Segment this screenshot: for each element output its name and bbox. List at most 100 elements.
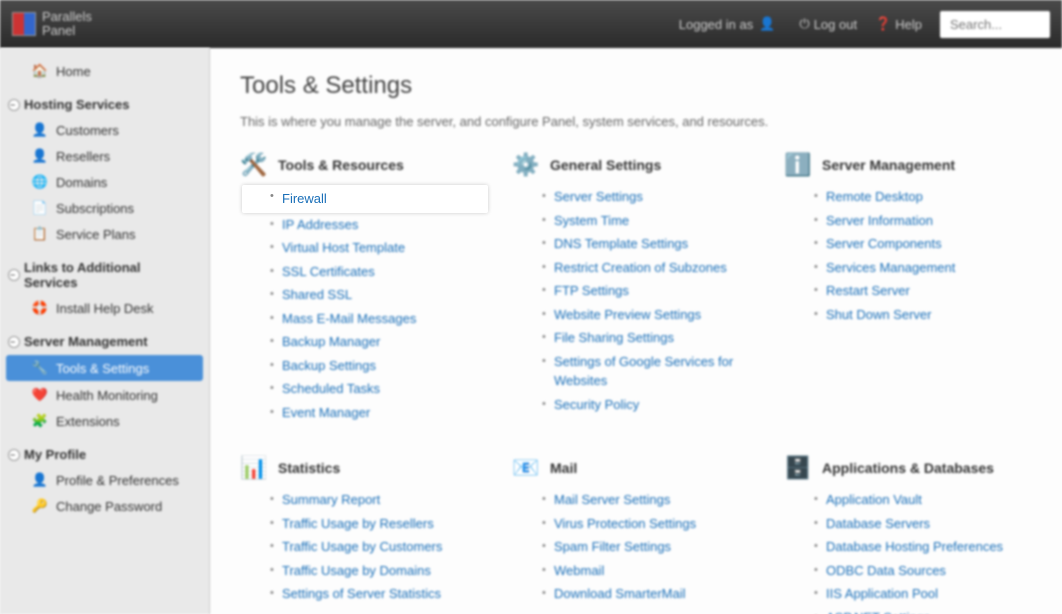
link-asp-net-settings[interactable]: ASP.NET Settings xyxy=(826,610,930,614)
list-item: Webmail xyxy=(554,559,760,583)
link-website-preview-settings[interactable]: Website Preview Settings xyxy=(554,307,701,322)
section-title: Tools & Resources xyxy=(278,157,404,173)
list-item: Traffic Usage by Domains xyxy=(282,559,488,583)
sidebar-item-label: Change Password xyxy=(56,499,162,514)
list-item: Security Policy xyxy=(554,393,760,417)
link-file-sharing-settings[interactable]: File Sharing Settings xyxy=(554,330,674,345)
sidebar-item-customers[interactable]: 👤Customers xyxy=(0,117,209,143)
link-ip-addresses[interactable]: IP Addresses xyxy=(282,217,358,232)
sidebar-item-label: Customers xyxy=(56,123,119,138)
link-database-servers[interactable]: Database Servers xyxy=(826,516,930,531)
brand-logo[interactable]: Parallels Panel xyxy=(12,10,92,39)
link-ssl-certificates[interactable]: SSL Certificates xyxy=(282,264,375,279)
sidebar-item-resellers[interactable]: 👤Resellers xyxy=(0,143,209,169)
list-item: Settings of Server Statistics xyxy=(282,582,488,606)
link-mass-e-mail-messages[interactable]: Mass E-Mail Messages xyxy=(282,311,416,326)
sidebar-item-health-monitoring[interactable]: ❤️Health Monitoring xyxy=(0,382,209,408)
list-item: Database Servers xyxy=(826,512,1032,536)
section-head: 📊Statistics xyxy=(240,454,488,482)
link-remote-desktop[interactable]: Remote Desktop xyxy=(826,189,923,204)
link-backup-manager[interactable]: Backup Manager xyxy=(282,334,380,349)
section-title: Server Management xyxy=(822,157,955,173)
sidebar-item-profile-preferences[interactable]: 👤Profile & Preferences xyxy=(0,467,209,493)
link-event-manager[interactable]: Event Manager xyxy=(282,405,370,420)
link-scheduled-tasks[interactable]: Scheduled Tasks xyxy=(282,381,380,396)
link-application-vault[interactable]: Application Vault xyxy=(826,492,922,507)
link-services-management[interactable]: Services Management xyxy=(826,260,955,275)
link-system-time[interactable]: System Time xyxy=(554,213,629,228)
user-icon: 👤 xyxy=(759,16,775,32)
sidebar-section-my-profile[interactable]: My Profile xyxy=(0,442,209,467)
link-traffic-usage-by-domains[interactable]: Traffic Usage by Domains xyxy=(282,563,431,578)
sidebar-section-server-management[interactable]: Server Management xyxy=(0,329,209,354)
plan-icon: 📋 xyxy=(32,226,48,242)
sidebar-item-tools-settings[interactable]: 🔧Tools & Settings xyxy=(6,355,203,381)
sidebar-item-service-plans[interactable]: 📋Service Plans xyxy=(0,221,209,247)
main-content: Tools & Settings This is where you manag… xyxy=(210,48,1062,614)
link-dns-template-settings[interactable]: DNS Template Settings xyxy=(554,236,688,251)
logged-in-label: Logged in as xyxy=(679,17,753,32)
list-item: Firewall xyxy=(242,185,488,213)
link-server-settings[interactable]: Server Settings xyxy=(554,189,643,204)
sidebar-item-home[interactable]: 🏠 Home xyxy=(0,58,209,84)
link-server-information[interactable]: Server Information xyxy=(826,213,933,228)
section-icon: 🛠️ xyxy=(240,151,268,179)
link-restrict-creation-of-subzones[interactable]: Restrict Creation of Subzones xyxy=(554,260,727,275)
link-summary-report[interactable]: Summary Report xyxy=(282,492,380,507)
tools-icon: 🔧 xyxy=(32,360,48,376)
section-title: Mail xyxy=(550,460,577,476)
section-links: Remote Desktop Server Information Server C… xyxy=(784,185,1032,326)
list-item: Application Vault xyxy=(826,488,1032,512)
sidebar-item-install-help-desk[interactable]: 🛟Install Help Desk xyxy=(0,295,209,321)
link-virtual-host-template[interactable]: Virtual Host Template xyxy=(282,240,405,255)
list-item: Mail Server Settings xyxy=(554,488,760,512)
list-item: DNS Template Settings xyxy=(554,232,760,256)
section-mail: 📧MailMail Server SettingsVirus Protectio… xyxy=(512,454,760,614)
sidebar-item-label: Resellers xyxy=(56,149,110,164)
sidebar-section-links-to-additional-services[interactable]: Links to Additional Services xyxy=(0,255,209,295)
link-webmail[interactable]: Webmail xyxy=(554,563,604,578)
link-settings-of-google-services-for-websites[interactable]: Settings of Google Services for Websites xyxy=(554,354,733,389)
link-virus-protection-settings[interactable]: Virus Protection Settings xyxy=(554,516,696,531)
help-link[interactable]: ❓ Help xyxy=(875,16,922,32)
sidebar-item-subscriptions[interactable]: 📄Subscriptions xyxy=(0,195,209,221)
link-iis-application-pool[interactable]: IIS Application Pool xyxy=(826,586,938,601)
section-icon: ℹ️ xyxy=(784,151,812,179)
list-item: Restart Server xyxy=(826,279,1032,303)
logged-in-as[interactable]: Logged in as 👤 xyxy=(679,16,776,32)
link-security-policy[interactable]: Security Policy xyxy=(554,397,639,412)
link-download-smartermail[interactable]: Download SmarterMail xyxy=(554,586,686,601)
link-server-components[interactable]: Server Components xyxy=(826,236,942,251)
link-shared-ssl[interactable]: Shared SSL xyxy=(282,287,352,302)
list-item: Server Settings xyxy=(554,185,760,209)
link-database-hosting-preferences[interactable]: Database Hosting Preferences xyxy=(826,539,1003,554)
list-item: ASP.NET Settings xyxy=(826,606,1032,614)
sidebar-item-label: Profile & Preferences xyxy=(56,473,179,488)
list-item: Remote Desktop xyxy=(826,185,1032,209)
link-shut-down-server[interactable]: Shut Down Server xyxy=(826,307,932,322)
sidebar-item-domains[interactable]: 🌐Domains xyxy=(0,169,209,195)
sidebar-section-hosting-services[interactable]: Hosting Services xyxy=(0,92,209,117)
section-links: Server Settings System Time DNS Template S… xyxy=(512,185,760,416)
sidebar-item-extensions[interactable]: 🧩Extensions xyxy=(0,408,209,434)
link-settings-of-server-statistics[interactable]: Settings of Server Statistics xyxy=(282,586,441,601)
link-spam-filter-settings[interactable]: Spam Filter Settings xyxy=(554,539,671,554)
link-traffic-usage-by-resellers[interactable]: Traffic Usage by Resellers xyxy=(282,516,434,531)
link-traffic-usage-by-customers[interactable]: Traffic Usage by Customers xyxy=(282,539,442,554)
sidebar-item-change-password[interactable]: 🔑Change Password xyxy=(0,493,209,519)
link-odbc-data-sources[interactable]: ODBC Data Sources xyxy=(826,563,946,578)
list-item: Mass E-Mail Messages xyxy=(282,307,488,331)
link-restart-server[interactable]: Restart Server xyxy=(826,283,910,298)
link-backup-settings[interactable]: Backup Settings xyxy=(282,358,376,373)
sidebar-item-label: Subscriptions xyxy=(56,201,134,216)
help-icon: ❓ xyxy=(875,16,891,32)
search-input[interactable] xyxy=(940,11,1050,38)
list-item: IIS Application Pool xyxy=(826,582,1032,606)
logout-link[interactable]: ⏻ Log out xyxy=(799,16,857,32)
section-icon: ⚙️ xyxy=(512,151,540,179)
link-ftp-settings[interactable]: FTP Settings xyxy=(554,283,629,298)
link-firewall[interactable]: Firewall xyxy=(282,191,327,206)
link-mail-server-settings[interactable]: Mail Server Settings xyxy=(554,492,670,507)
list-item: Download SmarterMail xyxy=(554,582,760,606)
section-statistics: 📊Statistics Summary Report Traffic Usage b… xyxy=(240,454,488,614)
